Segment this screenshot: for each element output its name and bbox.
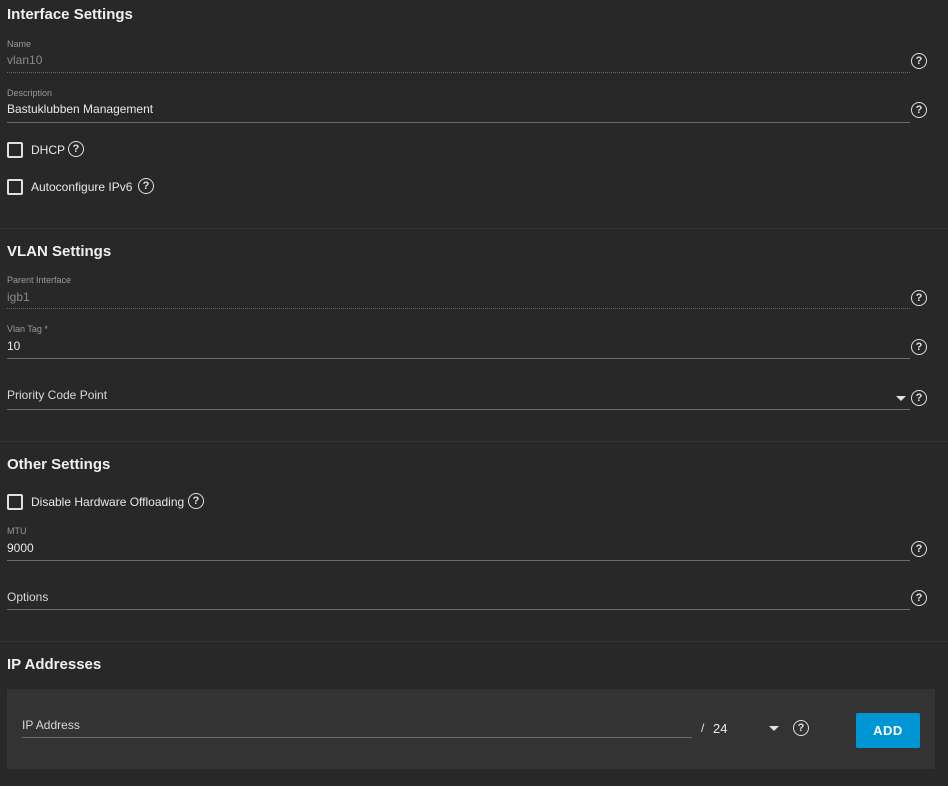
autoconfigure-ipv6-help-icon[interactable]: ? — [138, 178, 154, 194]
options-placeholder[interactable]: Options — [7, 590, 48, 604]
options-field[interactable]: Options — [7, 588, 910, 610]
section-divider — [0, 228, 948, 229]
ip-address-placeholder[interactable]: IP Address — [22, 718, 80, 732]
network-interface-form: Interface Settings Name vlan10 ? Descrip… — [0, 0, 948, 786]
netmask-separator: / — [701, 721, 705, 735]
description-label: Description — [7, 88, 53, 98]
section-divider — [0, 641, 948, 642]
priority-code-point-placeholder[interactable]: Priority Code Point — [7, 388, 107, 402]
name-field: Name vlan10 — [7, 39, 910, 74]
autoconfigure-ipv6-checkbox-row[interactable]: Autoconfigure IPv6 — [7, 179, 147, 197]
disable-hw-offloading-checkbox[interactable] — [7, 494, 23, 510]
parent-interface-underline — [7, 308, 910, 309]
description-value[interactable]: Bastuklubben Management — [7, 102, 153, 116]
disable-hw-offloading-checkbox-row[interactable]: Disable Hardware Offloading — [7, 494, 197, 512]
parent-interface-value: igb1 — [7, 290, 30, 304]
priority-code-point-select[interactable]: Priority Code Point — [7, 386, 910, 410]
netmask-caret-down-icon[interactable] — [769, 726, 779, 731]
mtu-field[interactable]: MTU 9000 — [7, 526, 910, 561]
ip-address-help-icon[interactable]: ? — [793, 720, 809, 736]
parent-interface-label: Parent Interface — [7, 275, 72, 285]
vlan-settings-title: VLAN Settings — [7, 243, 112, 260]
netmask-value[interactable]: 24 — [713, 721, 727, 736]
mtu-value[interactable]: 9000 — [7, 541, 34, 555]
priority-code-point-caret-down-icon[interactable] — [896, 396, 906, 401]
autoconfigure-ipv6-label[interactable]: Autoconfigure IPv6 — [31, 180, 132, 194]
parent-interface-field: Parent Interface igb1 — [7, 275, 910, 310]
dhcp-label[interactable]: DHCP — [31, 143, 65, 157]
description-field[interactable]: Description Bastuklubben Management — [7, 88, 910, 123]
add-ip-button[interactable]: ADD — [856, 713, 920, 748]
ip-address-row: IP Address / 24 ? ADD — [7, 689, 935, 769]
mtu-help-icon[interactable]: ? — [911, 541, 927, 557]
vlan-tag-value[interactable]: 10 — [7, 339, 20, 353]
ip-address-input[interactable]: IP Address — [22, 717, 692, 739]
name-label: Name — [7, 39, 32, 49]
description-underline — [7, 122, 910, 123]
name-underline — [7, 72, 910, 73]
vlan-tag-underline — [7, 358, 910, 359]
other-settings-title: Other Settings — [7, 456, 111, 473]
vlan-tag-label: Vlan Tag * — [7, 324, 48, 334]
section-divider — [0, 441, 948, 442]
dhcp-checkbox-row[interactable]: DHCP — [7, 142, 107, 160]
options-help-icon[interactable]: ? — [911, 590, 927, 606]
mtu-label: MTU — [7, 526, 27, 536]
dhcp-checkbox[interactable] — [7, 142, 23, 158]
mtu-underline — [7, 560, 910, 561]
vlan-tag-help-icon[interactable]: ? — [911, 339, 927, 355]
vlan-tag-field[interactable]: Vlan Tag * 10 — [7, 324, 910, 359]
priority-code-point-help-icon[interactable]: ? — [911, 390, 927, 406]
priority-code-point-underline — [7, 409, 910, 410]
interface-settings-title: Interface Settings — [7, 6, 133, 23]
disable-hw-offloading-help-icon[interactable]: ? — [188, 493, 204, 509]
disable-hw-offloading-label[interactable]: Disable Hardware Offloading — [31, 495, 184, 509]
ip-address-underline — [22, 737, 692, 738]
description-help-icon[interactable]: ? — [911, 102, 927, 118]
ip-addresses-title: IP Addresses — [7, 656, 102, 673]
name-help-icon[interactable]: ? — [911, 53, 927, 69]
autoconfigure-ipv6-checkbox[interactable] — [7, 179, 23, 195]
name-value: vlan10 — [7, 53, 43, 67]
dhcp-help-icon[interactable]: ? — [68, 141, 84, 157]
parent-interface-help-icon[interactable]: ? — [911, 290, 927, 306]
options-underline — [7, 609, 910, 610]
